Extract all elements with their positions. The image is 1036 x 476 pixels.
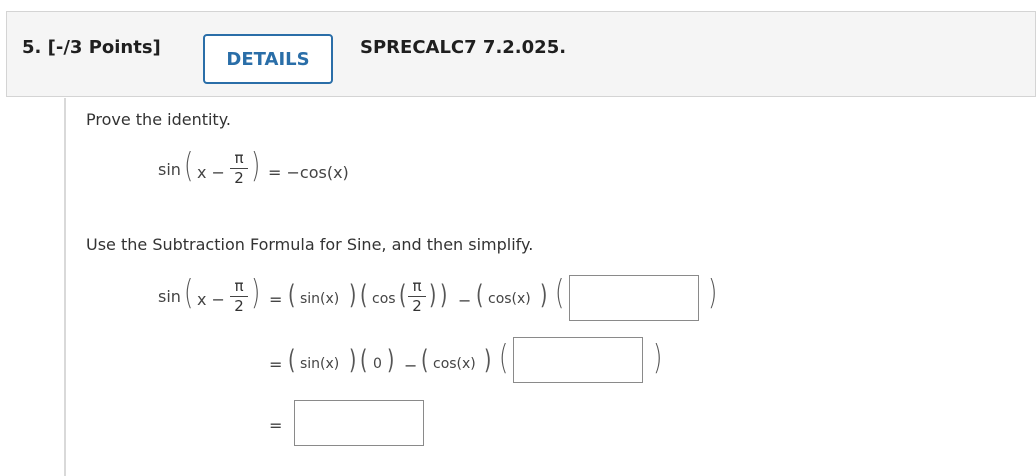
instruction-use-formula: Use the Subtraction Formula for Sine, an… [86, 235, 534, 254]
answer-input-3[interactable] [295, 401, 423, 445]
line1-cos: cos [372, 291, 396, 307]
identity-pi-over-2: π 2 [230, 150, 248, 187]
line2-minus: − [404, 356, 418, 375]
line1-sinx-rparen: ) [349, 280, 357, 311]
line1-box-rparen: ) [708, 273, 718, 313]
line1-sinx: sin(x) [300, 291, 340, 307]
answer-box-2[interactable] [513, 337, 643, 383]
line1-cosx-rparen: ) [540, 280, 548, 311]
line2-cosx-rparen: ) [484, 345, 492, 376]
line1-cos-rparen: ) [440, 280, 448, 311]
identity-x-minus: x − [197, 163, 225, 182]
question-content [64, 98, 1036, 476]
line2-sinx-rparen: ) [349, 345, 357, 376]
line2-cosx-lparen: ( [421, 345, 429, 376]
line1-sinx-lparen: ( [288, 280, 296, 311]
line1-cosx-lparen: ( [476, 280, 484, 311]
identity-lparen: ( [184, 146, 194, 186]
two-denominator: 2 [234, 169, 244, 187]
answer-box-3[interactable] [294, 400, 424, 446]
line1-rparen: ) [251, 273, 261, 313]
line2-box-lparen: ( [499, 338, 509, 378]
line1-equals: = [269, 290, 283, 309]
two-denominator: 2 [234, 297, 244, 315]
line2-zero-lparen: ( [360, 345, 368, 376]
identity-rhs: = −cos(x) [268, 163, 349, 182]
line1-x-minus: x − [197, 290, 225, 309]
line1-minus: − [458, 291, 472, 310]
line2-sinx: sin(x) [300, 356, 340, 372]
line2-cosx: cos(x) [433, 356, 476, 372]
line1-cos-lparen: ( [360, 280, 368, 311]
problem-code: SPRECALC7 7.2.025. [360, 37, 567, 58]
line2-sinx-lparen: ( [288, 345, 296, 376]
line2-box-rparen: ) [653, 338, 663, 378]
details-button[interactable]: DETAILS [203, 34, 333, 84]
line1-lparen: ( [184, 273, 194, 313]
answer-input-2[interactable] [514, 338, 642, 382]
line2-zero-rparen: ) [387, 345, 395, 376]
question-number: 5. [-/3 Points] [22, 37, 161, 58]
line1-sin: sin [158, 287, 181, 306]
pi-numerator: π [412, 277, 422, 295]
line1-pi-over-2: π 2 [230, 278, 248, 315]
pi-numerator: π [234, 277, 244, 295]
line1-cosx: cos(x) [488, 291, 531, 307]
line1-cos-inner-lparen: ( [399, 280, 407, 311]
identity-sin: sin [158, 160, 181, 179]
line1-box-lparen: ( [555, 273, 565, 313]
line2-zero: 0 [373, 356, 382, 372]
instruction-prove: Prove the identity. [86, 110, 231, 129]
line2-equals: = [269, 355, 283, 374]
line1-cos-inner-rparen: ) [429, 280, 437, 311]
line1-cos-pi-over-2: π 2 [408, 278, 426, 315]
pi-numerator: π [234, 149, 244, 167]
identity-rparen: ) [251, 146, 261, 186]
line3-equals: = [269, 416, 283, 435]
answer-input-1[interactable] [570, 276, 698, 320]
answer-box-1[interactable] [569, 275, 699, 321]
two-denominator: 2 [412, 297, 422, 315]
